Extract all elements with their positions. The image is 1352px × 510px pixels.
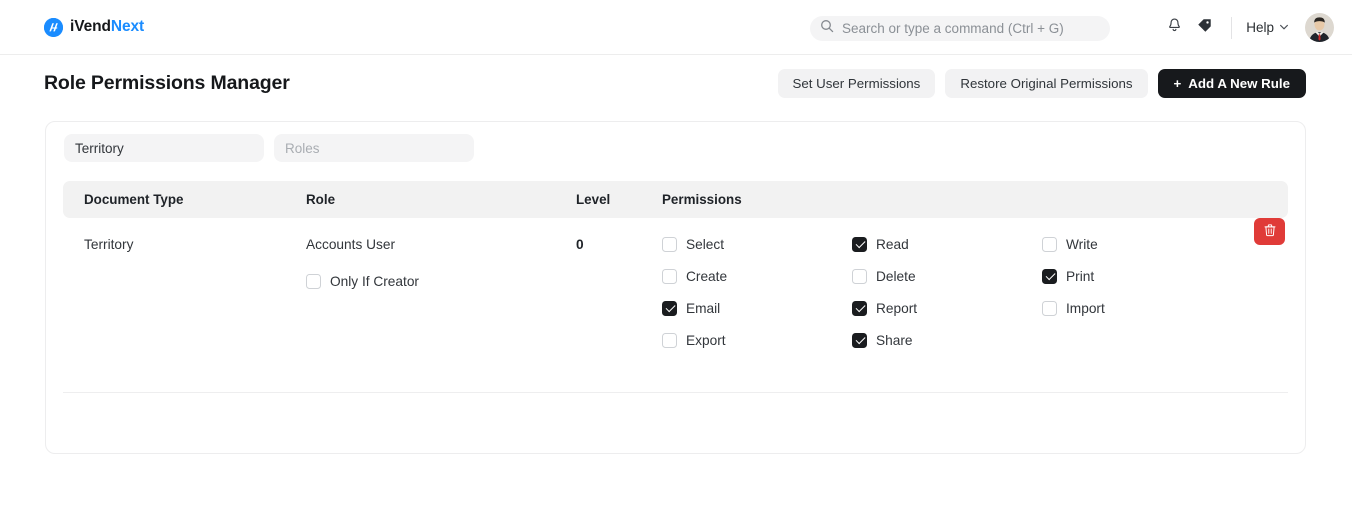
permission-export-label: Export [686, 333, 726, 348]
permission-export[interactable]: Export [662, 333, 852, 348]
permission-write[interactable]: Write [1042, 237, 1232, 252]
page-actions: Set User Permissions Restore Original Pe… [777, 68, 1306, 98]
set-user-permissions-button[interactable]: Set User Permissions [777, 68, 936, 98]
bell-icon [1166, 17, 1183, 39]
plus-icon: + [1173, 75, 1182, 91]
cell-role: Accounts User Only If Creator [306, 237, 576, 392]
roles-filter-input[interactable] [274, 134, 474, 162]
permission-import[interactable]: Import [1042, 301, 1232, 316]
permission-report-checkbox[interactable] [852, 301, 867, 316]
column-header-document-type: Document Type [84, 192, 184, 207]
permission-delete[interactable]: Delete [852, 269, 1042, 284]
permission-create[interactable]: Create [662, 269, 852, 284]
permission-email[interactable]: Email [662, 301, 852, 316]
add-a-new-rule-label: Add A New Rule [1188, 75, 1290, 91]
permission-write-checkbox[interactable] [1042, 237, 1057, 252]
table-row: Territory Accounts User Only If Creator … [63, 218, 1288, 393]
permission-write-label: Write [1066, 237, 1098, 252]
permission-read[interactable]: Read [852, 237, 1042, 252]
permission-read-checkbox[interactable] [852, 237, 867, 252]
permission-select[interactable]: Select [662, 237, 852, 252]
table-header-row: Document Type Role Level Permissions [63, 181, 1288, 218]
tag-button[interactable] [1189, 13, 1219, 43]
only-if-creator-label: Only If Creator [330, 274, 419, 289]
navbar-actions: Help [1159, 0, 1334, 55]
permission-select-checkbox[interactable] [662, 237, 677, 252]
permission-report[interactable]: Report [852, 301, 1042, 316]
permission-delete-label: Delete [876, 269, 916, 284]
tag-icon [1196, 17, 1213, 39]
permission-export-checkbox[interactable] [662, 333, 677, 348]
cell-level: 0 [576, 237, 584, 252]
permission-print-label: Print [1066, 269, 1095, 284]
permission-read-label: Read [876, 237, 909, 252]
ivend-circle-logo-icon [44, 17, 63, 37]
permission-print[interactable]: Print [1042, 269, 1232, 284]
permission-create-checkbox[interactable] [662, 269, 677, 284]
permissions-grid: Select Read Write Create Delete Print Em… [662, 237, 1288, 348]
search-input[interactable] [842, 21, 1100, 36]
permission-share-label: Share [876, 333, 913, 348]
cell-permissions: Select Read Write Create Delete Print Em… [662, 237, 1288, 392]
chevron-down-icon [1279, 20, 1289, 35]
brand-name-accent: Next [110, 18, 145, 35]
permission-import-checkbox[interactable] [1042, 301, 1057, 316]
restore-original-permissions-button[interactable]: Restore Original Permissions [945, 68, 1148, 98]
column-header-role: Role [306, 192, 336, 207]
avatar[interactable] [1305, 13, 1334, 42]
permission-share-checkbox[interactable] [852, 333, 867, 348]
filter-row [46, 122, 1305, 162]
permission-print-checkbox[interactable] [1042, 269, 1057, 284]
brand-name: iVendNext [70, 18, 144, 36]
brand-logo-link[interactable]: iVendNext [44, 17, 144, 37]
permission-delete-checkbox[interactable] [852, 269, 867, 284]
column-header-permissions: Permissions [662, 192, 742, 207]
cell-document-type: Territory [84, 237, 134, 252]
help-menu-button[interactable]: Help [1244, 16, 1291, 39]
column-header-level: Level [576, 192, 611, 207]
permission-email-label: Email [686, 301, 721, 316]
role-name: Accounts User [306, 237, 396, 252]
only-if-creator-option[interactable]: Only If Creator [306, 274, 576, 289]
user-avatar-icon [1305, 13, 1334, 42]
permission-import-label: Import [1066, 301, 1105, 316]
permission-create-label: Create [686, 269, 728, 284]
navbar-divider [1231, 16, 1233, 39]
only-if-creator-checkbox[interactable] [306, 274, 321, 289]
permission-select-label: Select [686, 237, 725, 252]
help-label: Help [1246, 20, 1274, 35]
add-a-new-rule-button[interactable]: + Add A New Rule [1157, 68, 1306, 98]
page-title: Role Permissions Manager [44, 71, 290, 94]
notifications-button[interactable] [1159, 13, 1189, 43]
permission-share[interactable]: Share [852, 333, 1042, 348]
permissions-table: Document Type Role Level Permissions Ter… [63, 181, 1288, 393]
permissions-card: Document Type Role Level Permissions Ter… [45, 121, 1306, 454]
search-icon [820, 19, 842, 38]
top-navbar: iVendNext Search or type a command (Ctrl… [0, 0, 1352, 55]
delete-rule-button[interactable] [1254, 218, 1285, 245]
brand-name-primary: iVend [70, 18, 111, 35]
permission-report-label: Report [876, 301, 918, 316]
document-type-filter-input[interactable] [64, 134, 264, 162]
global-search[interactable] [810, 16, 1110, 41]
page-header: Role Permissions Manager Set User Permis… [0, 55, 1352, 111]
trash-icon [1263, 223, 1277, 240]
permission-email-checkbox[interactable] [662, 301, 677, 316]
